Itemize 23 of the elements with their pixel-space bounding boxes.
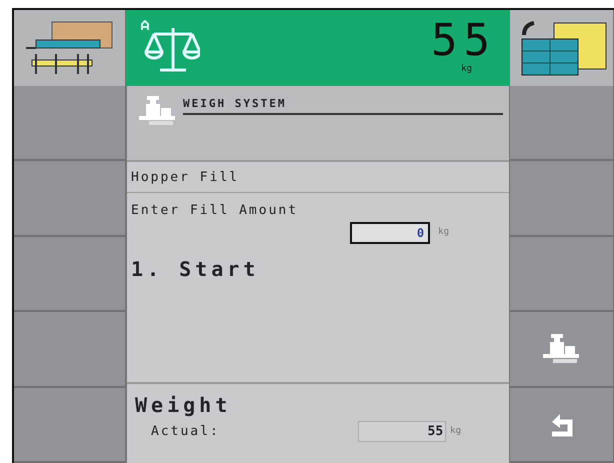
screen-title: WEIGH SYSTEM bbox=[183, 94, 503, 114]
weight-readout: 55 bbox=[431, 19, 496, 64]
step-label: 1. Start bbox=[130, 256, 260, 283]
weigh-scale-icon bbox=[139, 94, 177, 128]
soft-key[interactable] bbox=[14, 86, 126, 162]
weigh-soft-key[interactable] bbox=[510, 312, 614, 388]
soft-key[interactable] bbox=[14, 388, 126, 463]
weight-heading: Weight bbox=[135, 392, 232, 418]
soft-key[interactable] bbox=[14, 236, 126, 312]
soft-key[interactable] bbox=[510, 86, 614, 162]
soft-key[interactable] bbox=[14, 161, 126, 237]
unit-label: kg bbox=[438, 226, 449, 240]
soft-key[interactable] bbox=[510, 161, 614, 237]
field-label: Enter Fill Amount bbox=[130, 202, 300, 220]
actual-weight-value: 55 bbox=[358, 420, 446, 442]
weigh-scale-icon bbox=[542, 332, 580, 366]
soft-key[interactable] bbox=[14, 312, 126, 388]
unit-label: kg bbox=[461, 63, 472, 76]
fill-amount-field[interactable]: 0 bbox=[350, 222, 430, 244]
back-soft-key[interactable] bbox=[510, 388, 614, 463]
unit-label: kg bbox=[450, 424, 461, 438]
actual-label: Actual: bbox=[150, 422, 221, 440]
section-heading: Hopper Fill bbox=[127, 162, 509, 192]
